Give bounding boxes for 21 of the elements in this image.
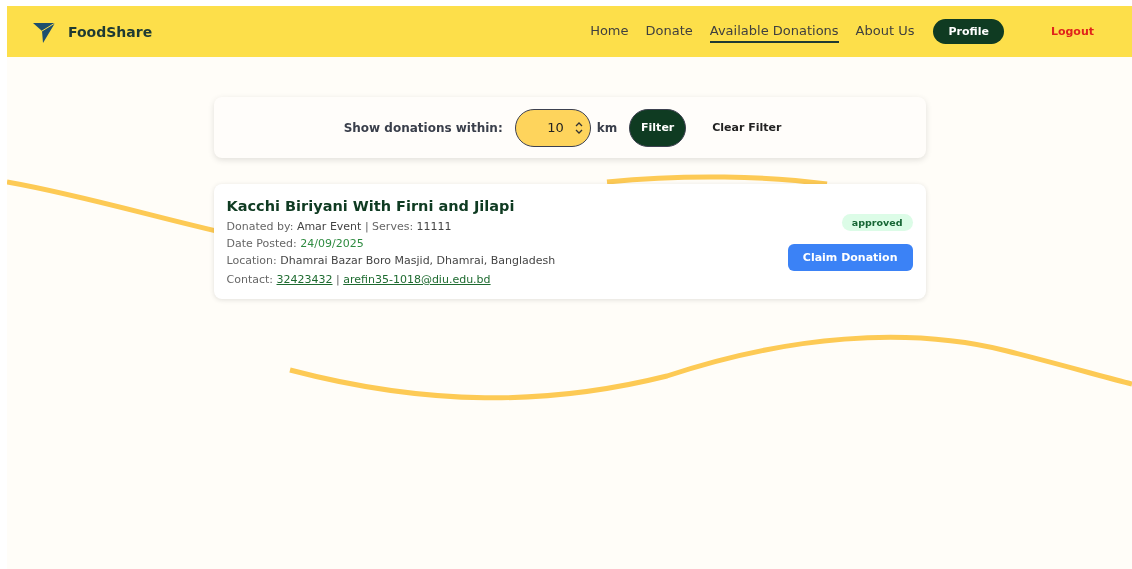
date-line: Date Posted: 24/09/2025 [226,236,365,251]
contact-line: Contact: 32423432 | arefin35-1018@diu.edu.bd [226,272,492,287]
distance-input[interactable]: 10 [514,108,591,147]
email-link[interactable]: arefin35-1018@diu.edu.bd [343,273,491,286]
status-badge: approved [841,214,913,231]
distance-label: Show donations within: [343,120,503,135]
unit-label: km [596,120,618,135]
donation-title: Kacchi Biriyani With Firni and Jilapi [226,198,516,214]
brand-name: FoodShare [68,23,153,40]
location-line: Location: Dhamrai Bazar Boro Masjid, Dhamrai, Bangladesh [226,253,557,268]
phone-link[interactable]: 32423432 [276,273,333,286]
donor-line: Donated by: Amar Event | Serves: 11111 [226,219,453,234]
nav-link[interactable]: Home [590,20,629,43]
nav-link[interactable]: Donate [645,20,693,43]
nav-link[interactable]: Available Donations [709,20,839,43]
logout-link[interactable]: Logout [1038,25,1106,38]
nav-link[interactable]: About Us [855,20,915,43]
clear-filter-button[interactable]: Clear Filter [698,121,796,134]
filter-button[interactable]: Filter [629,108,687,147]
claim-donation-button[interactable]: Claim Donation [787,244,913,271]
profile-button[interactable]: Profile [933,19,1004,44]
